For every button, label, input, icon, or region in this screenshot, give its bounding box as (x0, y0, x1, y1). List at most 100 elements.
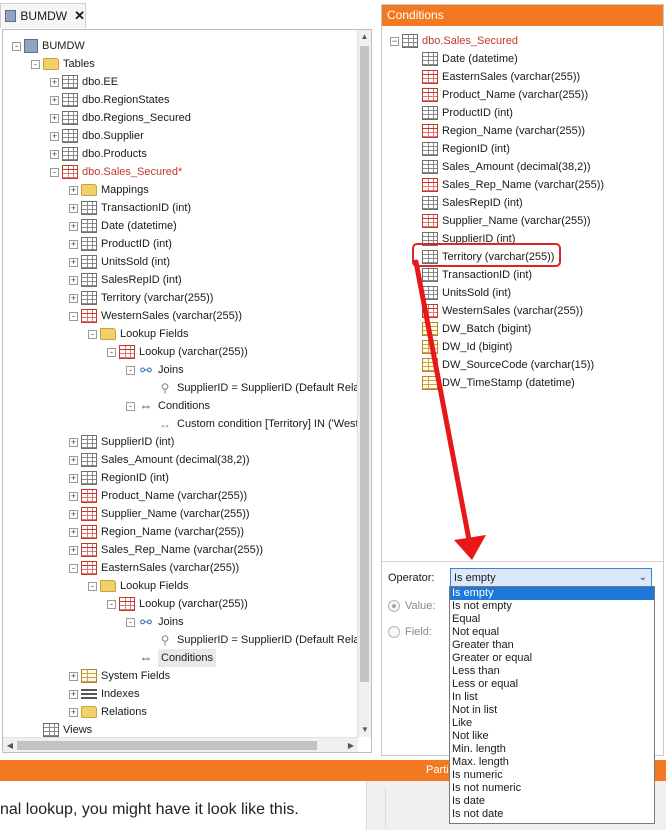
tree-row[interactable]: Views (31, 721, 92, 737)
operator-option[interactable]: Min. length (450, 743, 654, 756)
conditions-field-row[interactable]: WesternSales (varchar(255)) (422, 302, 583, 320)
tree-row[interactable]: - Lookup Fields (88, 577, 189, 595)
collapse-icon[interactable]: - (107, 347, 116, 357)
expand-icon[interactable]: + (69, 275, 78, 285)
hscrollbar-thumb[interactable] (17, 741, 317, 750)
collapse-icon[interactable]: - (126, 617, 135, 627)
tree-row[interactable]: - ⚯ Joins (126, 361, 184, 379)
tree-row[interactable]: ⚲ SupplierID = SupplierID (Default Relat (145, 631, 358, 649)
tree-row[interactable]: - ⇔ Conditions (126, 397, 210, 415)
tree-row[interactable]: ⚲ SupplierID = SupplierID (Default Relat (145, 379, 358, 397)
tree-row[interactable]: - dbo.Sales_Secured* (50, 163, 182, 181)
conditions-field-row[interactable]: DW_TimeStamp (datetime) (422, 374, 575, 392)
chevron-down-icon[interactable]: ⌄ (639, 569, 647, 587)
collapse-icon[interactable]: - (12, 41, 21, 51)
expand-icon[interactable]: + (69, 239, 78, 249)
tree-row[interactable]: - Lookup (varchar(255)) (107, 595, 248, 613)
close-icon[interactable]: ✕ (74, 8, 85, 24)
tree-row[interactable]: - Lookup Fields (88, 325, 189, 343)
operator-option[interactable]: Greater than (450, 639, 654, 652)
operator-option[interactable]: Is not empty (450, 600, 654, 613)
operator-option[interactable]: Is numeric (450, 769, 654, 782)
tree-row[interactable]: + Product_Name (varchar(255)) (69, 487, 247, 505)
conditions-field-row[interactable]: Sales_Amount (decimal(38,2)) (422, 158, 591, 176)
expand-icon[interactable]: + (50, 95, 59, 105)
conditions-field-row[interactable]: DW_SourceCode (varchar(15)) (422, 356, 594, 374)
conditions-root-row[interactable]: − dbo.Sales_Secured (390, 32, 518, 50)
operator-option[interactable]: Not like (450, 730, 654, 743)
tree-row[interactable]: + RegionID (int) (69, 469, 169, 487)
collapse-icon[interactable]: - (88, 329, 97, 339)
tree-row[interactable]: ↔ Custom condition [Territory] IN ('West' (145, 415, 358, 433)
expand-icon[interactable]: + (69, 293, 78, 303)
operator-dropdown-list[interactable]: Is empty Is not empty Equal Not equal Greate… (449, 586, 655, 824)
expand-icon[interactable]: + (69, 671, 78, 681)
value-radio-row[interactable]: Value: (388, 600, 435, 612)
tree-row[interactable]: - ⚯ Joins (126, 613, 184, 631)
expand-icon[interactable]: + (69, 689, 78, 699)
tree-row[interactable]: + dbo.Products (50, 145, 147, 163)
expand-icon[interactable]: + (69, 437, 78, 447)
operator-option[interactable]: Like (450, 717, 654, 730)
tree-row[interactable]: + Indexes (69, 685, 140, 703)
expand-icon[interactable]: + (69, 509, 78, 519)
conditions-field-row[interactable]: Product_Name (varchar(255)) (422, 86, 588, 104)
tree-row[interactable]: + System Fields (69, 667, 170, 685)
conditions-field-row[interactable]: DW_Batch (bigint) (422, 320, 531, 338)
collapse-icon[interactable]: - (50, 167, 59, 177)
expand-icon[interactable]: + (69, 707, 78, 717)
tree-row[interactable]: + dbo.RegionStates (50, 91, 169, 109)
scroll-up-icon[interactable]: ▲ (358, 30, 371, 44)
tree-row[interactable]: + Territory (varchar(255)) (69, 289, 213, 307)
expand-icon[interactable]: + (69, 545, 78, 555)
tree-row[interactable]: + Relations (69, 703, 147, 721)
conditions-field-row[interactable]: TransactionID (int) (422, 266, 532, 284)
operator-option[interactable]: In list (450, 691, 654, 704)
expand-icon[interactable]: + (69, 221, 78, 231)
tree-row[interactable]: + Sales_Rep_Name (varchar(255)) (69, 541, 263, 559)
tree-row[interactable]: + SupplierID (int) (69, 433, 174, 451)
operator-option[interactable]: Is date (450, 795, 654, 808)
tree-row[interactable]: + Date (datetime) (69, 217, 177, 235)
conditions-field-row[interactable]: Supplier_Name (varchar(255)) (422, 212, 591, 230)
collapse-icon[interactable]: − (390, 36, 399, 46)
collapse-icon[interactable]: - (107, 599, 116, 609)
expand-icon[interactable]: + (69, 203, 78, 213)
expand-icon[interactable]: + (69, 527, 78, 537)
expand-icon[interactable]: + (50, 113, 59, 123)
operator-option[interactable]: Max. length (450, 756, 654, 769)
vertical-scrollbar[interactable]: ▲ ▼ (357, 30, 371, 737)
operator-select[interactable]: Is empty ⌄ (450, 568, 652, 588)
tree-row[interactable]: - Lookup (varchar(255)) (107, 343, 248, 361)
tree-row[interactable]: + dbo.Regions_Secured (50, 109, 191, 127)
collapse-icon[interactable]: - (126, 401, 135, 411)
tree-row[interactable]: - Tables (31, 55, 95, 73)
operator-option[interactable]: Less or equal (450, 678, 654, 691)
expand-icon[interactable]: + (50, 77, 59, 87)
expand-icon[interactable]: + (69, 455, 78, 465)
conditions-field-row[interactable]: DW_Id (bigint) (422, 338, 512, 356)
expand-icon[interactable]: + (69, 491, 78, 501)
operator-option[interactable]: Not in list (450, 704, 654, 717)
expand-icon[interactable]: + (69, 473, 78, 483)
conditions-field-row[interactable]: SalesRepID (int) (422, 194, 523, 212)
conditions-field-row[interactable]: UnitsSold (int) (422, 284, 511, 302)
document-tab[interactable]: BUMDW ✕ (0, 3, 86, 28)
scroll-down-icon[interactable]: ▼ (358, 723, 371, 737)
operator-option[interactable]: Is not numeric (450, 782, 654, 795)
tree-row[interactable]: + ProductID (int) (69, 235, 172, 253)
operator-option[interactable]: Equal (450, 613, 654, 626)
tree-row[interactable]: + dbo.EE (50, 73, 118, 91)
scroll-right-icon[interactable]: ▶ (344, 738, 358, 752)
conditions-field-row[interactable]: EasternSales (varchar(255)) (422, 68, 580, 86)
horizontal-scrollbar[interactable]: ◀ ▶ (3, 737, 358, 752)
tree-row[interactable]: + UnitsSold (int) (69, 253, 170, 271)
tree-row[interactable]: + Region_Name (varchar(255)) (69, 523, 244, 541)
tree-row[interactable]: + Mappings (69, 181, 149, 199)
tree-row[interactable]: - EasternSales (varchar(255)) (69, 559, 239, 577)
conditions-field-row[interactable]: Region_Name (varchar(255)) (422, 122, 585, 140)
tree-row[interactable]: ⇔ Conditions (126, 649, 216, 667)
conditions-field-row[interactable]: Sales_Rep_Name (varchar(255)) (422, 176, 604, 194)
tree-row[interactable]: - WesternSales (varchar(255)) (69, 307, 242, 325)
tree-row[interactable]: + TransactionID (int) (69, 199, 191, 217)
